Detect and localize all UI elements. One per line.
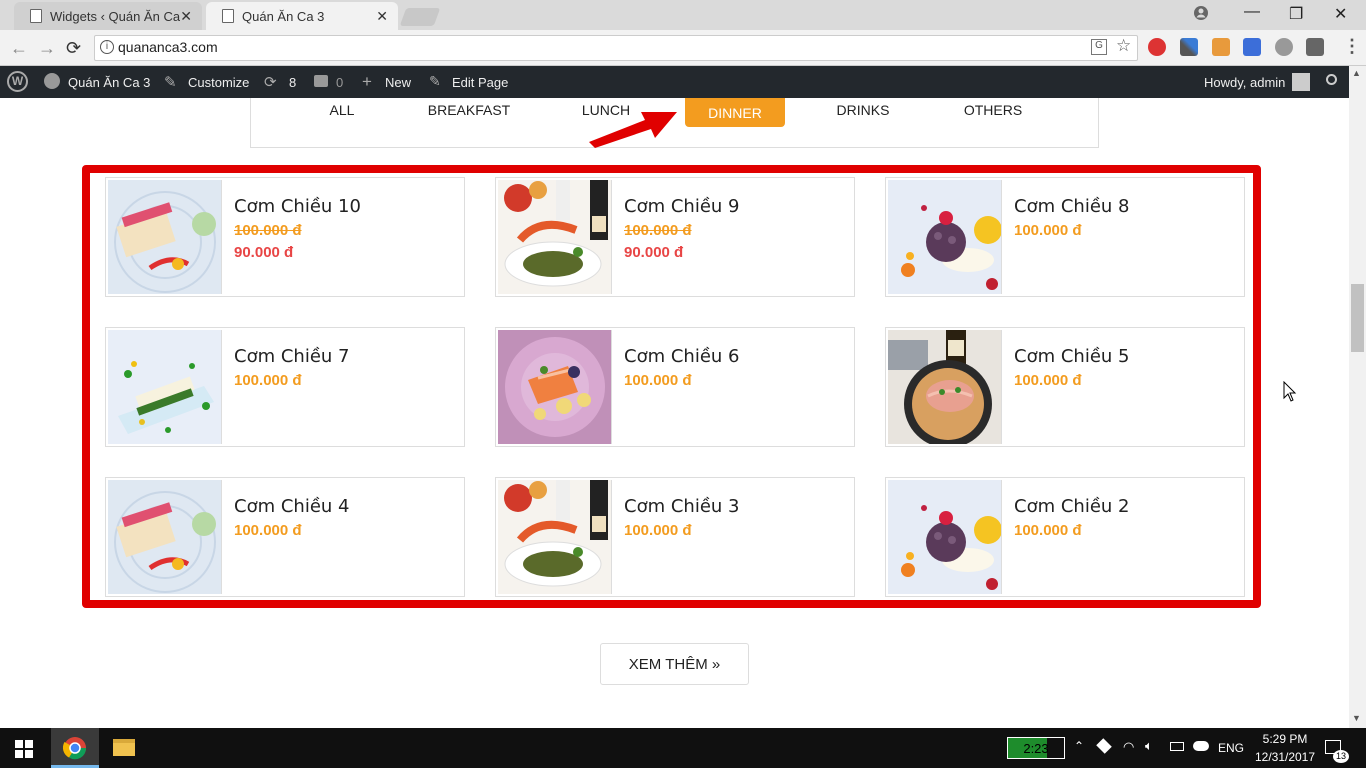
restore-icon[interactable]: ❐ (1289, 4, 1303, 24)
window-close-icon[interactable]: ✕ (1334, 4, 1347, 24)
volume-icon[interactable]: 🔈︎ (1145, 738, 1153, 754)
extension-red-icon[interactable] (1148, 38, 1166, 56)
updates-count[interactable]: 8 (289, 75, 296, 90)
plus-icon: + (362, 72, 372, 91)
menu-icon[interactable]: ⋮ (1343, 36, 1361, 57)
minimize-icon[interactable]: — (1244, 3, 1260, 21)
site-name-link[interactable]: Quán Ăn Ca 3 (68, 75, 150, 90)
scroll-down-icon[interactable]: ▼ (1352, 713, 1361, 723)
comments-icon (314, 75, 328, 87)
browser-tab-bar (0, 0, 1366, 30)
brush-icon: ✎ (164, 74, 177, 91)
search-icon[interactable] (1326, 74, 1337, 85)
extension-orange-icon[interactable] (1212, 38, 1230, 56)
close-icon[interactable]: ✕ (180, 8, 192, 25)
wordpress-logo-icon[interactable]: W (7, 71, 28, 92)
tab-title: Quán Ăn Ca 3 (242, 8, 325, 24)
taskbar-chrome[interactable] (51, 728, 99, 768)
filter-dinner[interactable]: DINNER (685, 98, 785, 127)
extension-gray-icon[interactable] (1275, 38, 1293, 56)
filter-drinks[interactable]: DRINKS (830, 102, 896, 118)
clock-date[interactable]: 12/31/2017 (1250, 750, 1320, 764)
account-icon[interactable] (1193, 5, 1209, 26)
new-link[interactable]: New (385, 75, 411, 90)
new-tab-button[interactable] (399, 8, 441, 26)
mouse-cursor-icon (1283, 381, 1297, 402)
dashboard-icon (44, 73, 60, 89)
notification-count[interactable]: 13 (1333, 750, 1349, 763)
battery-icon[interactable] (1170, 742, 1184, 751)
comments-count[interactable]: 0 (336, 75, 343, 90)
cast-icon[interactable] (1306, 38, 1324, 56)
red-arrow-annotation (589, 112, 677, 148)
filter-breakfast[interactable]: BREAKFAST (424, 102, 514, 118)
battery-meter[interactable]: 2:23 (1007, 737, 1065, 759)
highlight-frame (82, 165, 1261, 608)
file-explorer-icon[interactable] (113, 739, 135, 756)
wifi-icon[interactable]: ◠ (1123, 739, 1134, 755)
forward-icon[interactable]: → (38, 38, 56, 59)
scrollbar-thumb[interactable] (1351, 284, 1364, 352)
translate-icon[interactable]: G (1091, 39, 1107, 55)
windows-taskbar (0, 728, 1366, 768)
extension-blue-icon[interactable] (1243, 38, 1261, 56)
url-text[interactable]: quananca3.com (118, 39, 218, 55)
avatar[interactable] (1292, 73, 1310, 91)
language-indicator[interactable]: ENG (1218, 741, 1244, 755)
page-icon (222, 9, 234, 23)
customize-link[interactable]: Customize (188, 75, 249, 90)
load-more-button[interactable]: XEM THÊM » (600, 643, 749, 685)
tab-widgets[interactable]: Widgets ‹ Quán Ăn Ca 3 ✕ (14, 2, 202, 30)
clock-time[interactable]: 5:29 PM (1254, 732, 1316, 746)
scrollbar[interactable] (1349, 66, 1366, 728)
howdy-link[interactable]: Howdy, admin (1204, 75, 1285, 90)
tab-quan-an-ca-3[interactable]: Quán Ăn Ca 3 ✕ (206, 2, 398, 30)
chevron-up-icon[interactable]: ⌃ (1074, 739, 1084, 753)
tab-title: Widgets ‹ Quán Ăn Ca 3 (50, 8, 180, 24)
extension-dropper-icon[interactable] (1180, 38, 1198, 56)
bookmark-star-icon[interactable]: ☆ (1116, 36, 1131, 56)
info-icon[interactable]: i (100, 40, 114, 54)
edit-page-link[interactable]: Edit Page (452, 75, 508, 90)
filter-all[interactable]: ALL (322, 102, 362, 118)
back-icon[interactable]: ← (10, 38, 28, 59)
page-icon (30, 9, 42, 23)
onedrive-icon[interactable] (1193, 741, 1209, 751)
windows-start-icon[interactable] (15, 740, 33, 758)
pencil-icon: ✎ (429, 73, 441, 89)
reload-icon[interactable]: ⟳ (66, 38, 81, 59)
updates-icon: ⟳ (264, 74, 277, 91)
filter-others[interactable]: OTHERS (958, 102, 1028, 118)
scroll-up-icon[interactable]: ▲ (1352, 68, 1361, 78)
close-icon[interactable]: ✕ (376, 8, 388, 25)
omnibox[interactable] (94, 35, 1138, 61)
